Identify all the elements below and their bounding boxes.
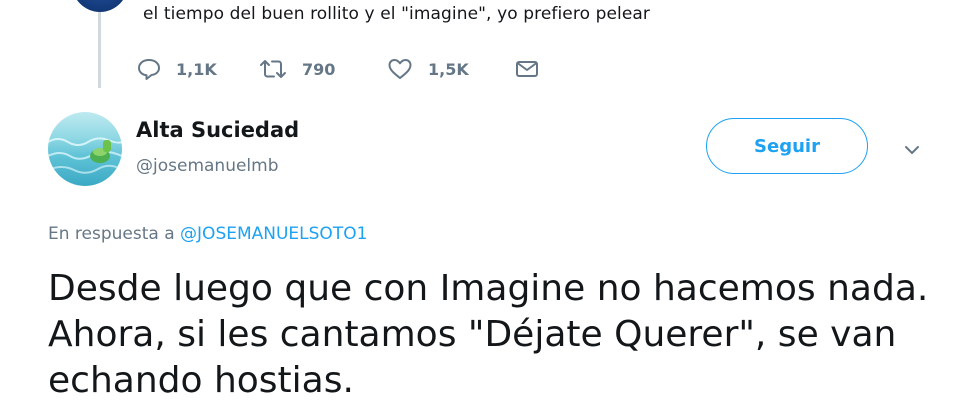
reply-count: 1,1K bbox=[176, 59, 217, 79]
message-action[interactable] bbox=[514, 56, 540, 82]
author-avatar[interactable] bbox=[48, 112, 122, 186]
chevron-down-icon[interactable] bbox=[902, 140, 922, 160]
like-icon bbox=[386, 57, 414, 81]
like-count: 1,5K bbox=[428, 59, 469, 79]
author-handle[interactable]: @josemanuelmb bbox=[136, 156, 279, 176]
reply-context: En respuesta a @JOSEMANUELSOTO1 bbox=[48, 224, 367, 244]
retweet-icon bbox=[258, 57, 288, 81]
reply-mention-link[interactable]: @JOSEMANUELSOTO1 bbox=[180, 224, 367, 244]
like-action[interactable]: 1,5K bbox=[386, 56, 469, 82]
previous-tweet-avatar[interactable] bbox=[72, 0, 128, 12]
tweet-text: Desde luego que con Imagine no hacemos n… bbox=[48, 268, 929, 401]
follow-button[interactable]: Seguir bbox=[706, 118, 868, 174]
reply-icon bbox=[136, 57, 162, 81]
retweet-count: 790 bbox=[302, 59, 336, 79]
previous-tweet-text: el tiempo del buen rollito y el "imagine… bbox=[143, 4, 651, 24]
thread-connector-line bbox=[98, 12, 101, 88]
message-icon bbox=[514, 57, 540, 81]
author-name[interactable]: Alta Suciedad bbox=[136, 118, 299, 142]
retweet-action[interactable]: 790 bbox=[258, 56, 335, 82]
reply-prefix: En respuesta a bbox=[48, 224, 181, 244]
reply-action[interactable]: 1,1K bbox=[136, 56, 217, 82]
